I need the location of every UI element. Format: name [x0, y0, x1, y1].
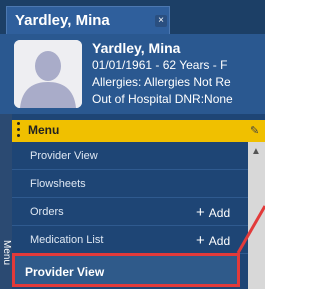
callout-line — [236, 205, 265, 254]
app-window: Yardley, Mina × Yardley, Mina 01/01/1961… — [0, 0, 265, 289]
